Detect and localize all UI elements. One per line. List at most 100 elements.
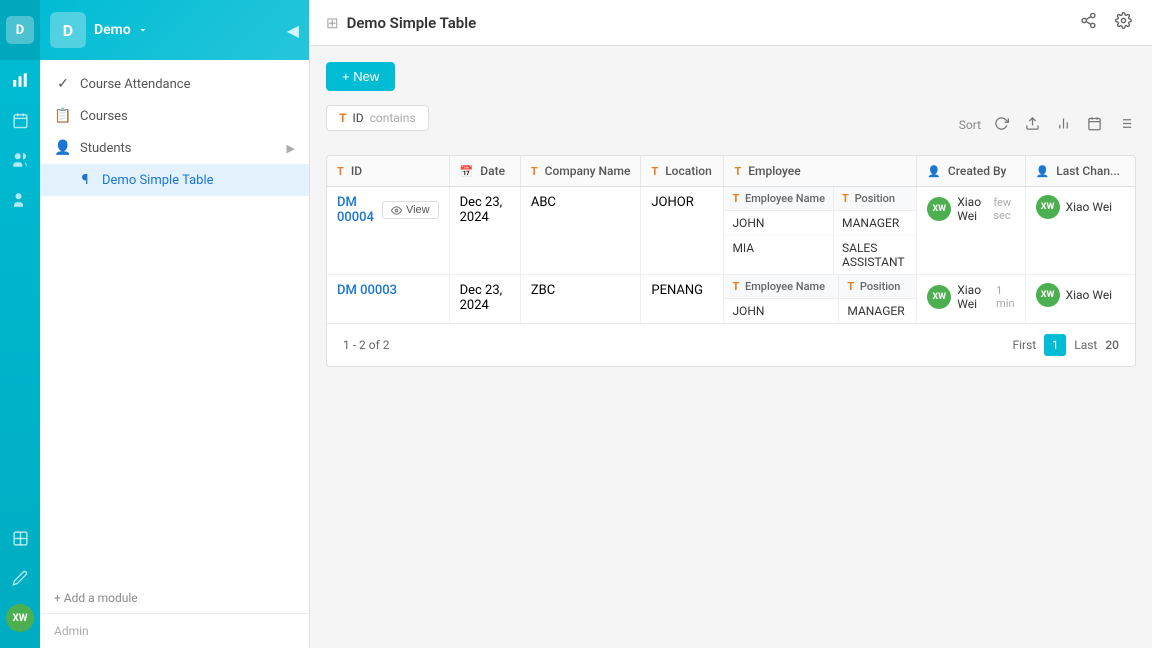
id-col-icon: T [337,165,344,178]
row1-view-button[interactable]: View [382,201,439,219]
box-icon[interactable] [0,518,40,558]
date-col-icon: 📅 [460,165,474,178]
view-btn-label: View [406,204,430,216]
new-button[interactable]: + New [326,62,395,91]
emp-pos-icon: T [842,192,849,205]
user-avatar-strip[interactable]: XW [0,598,40,638]
row1-createdby-avatar: XW [927,197,951,221]
pagination-current[interactable]: 1 [1044,334,1066,356]
row2-createdby-avatar: XW [927,285,951,309]
emp-name-col-header2: T Employee Name [724,275,838,299]
avatar-initials: XW [6,604,34,632]
emp-pos-icon2: T [847,280,854,293]
row1-createdby-name: Xiao Wei [957,195,983,223]
col-id-label: ID [351,164,362,178]
row1-employee-sub-table: T Employee Name T Position [724,187,916,274]
calendar-view-icon[interactable] [1084,113,1105,138]
chart-view-icon[interactable] [1053,113,1074,138]
students-icon: 👤 [54,140,72,156]
row1-location: JOHOR [641,187,723,218]
col-header-employee[interactable]: T Employee [724,156,917,187]
sidebar-footer: Admin [40,613,309,648]
sidebar-logo: D [50,12,86,48]
dropdown-icon [137,24,149,36]
pagination-first[interactable]: First [1013,338,1037,352]
main-content: ⊞ Demo Simple Table + New T ID contains [310,0,1152,648]
filter-chip[interactable]: T ID contains [326,105,429,131]
topbar: ⊞ Demo Simple Table [310,0,1152,46]
company-col-icon: T [531,165,538,178]
sidebar-title: Demo [94,22,287,38]
person-add-icon[interactable] [0,180,40,220]
list-view-icon[interactable] [1115,113,1136,138]
col-header-date[interactable]: 📅 Date [449,156,520,187]
sidebar-label-courses: Courses [80,109,128,124]
emp-pos-label: Position [855,192,896,205]
col-header-id[interactable]: T ID [327,156,449,187]
new-button-label: + New [342,69,379,84]
row2-id-link[interactable]: DM 00003 [337,283,397,298]
pagination-last[interactable]: Last [1074,338,1097,352]
col-date-label: Date [480,164,505,178]
row2-location: PENANG [641,275,723,306]
emp-name-label: Employee Name [745,192,825,205]
row2-company-cell: ZBC [520,275,641,324]
filter-operator-label: contains [370,111,416,125]
col-location-label: Location [665,164,712,178]
row1-createdby-cell: XW Xiao Wei few sec [917,187,1025,275]
emp-name-label2: Employee Name [745,280,825,293]
pen-icon[interactable] [0,558,40,598]
row2-id-cell: DM 00003 [327,275,449,324]
export-icon[interactable] [1022,113,1043,138]
row2-employee-cell: T Employee Name T Position [724,275,917,324]
row1-lastchange-name: Xiao Wei [1066,200,1113,214]
emp-row: MIA SALES ASSISTANT [724,236,916,275]
emp-pos-col-header2: T Position [839,275,916,299]
sidebar-collapse-button[interactable]: ◀ [287,21,299,40]
add-module-button[interactable]: + Add a module [40,583,309,613]
sidebar-item-course-attendance[interactable]: ✓ Course Attendance [40,68,309,100]
row1-createdby: XW Xiao Wei few sec [917,187,1024,231]
col-header-created-by[interactable]: 👤 Created By [917,156,1025,187]
topbar-share-icon[interactable] [1076,10,1101,35]
pagination-page-size[interactable]: 20 [1105,338,1119,352]
emp-name-icon: T [732,192,739,205]
createdby-col-icon: 👤 [927,165,941,178]
col-header-location[interactable]: T Location [641,156,724,187]
sidebar-item-demo-simple-table[interactable]: ¶ Demo Simple Table [40,164,309,196]
table-scroll[interactable]: T ID 📅 Date T Company Name [327,156,1135,323]
emp-name-col-header: T Employee Name [724,187,833,211]
row2-date: Dec 23, 2024 [450,275,520,321]
emp2-name: MIA [724,236,833,275]
emp1-pos: MANAGER [834,211,917,236]
pagination-info: 1 - 2 of 2 [343,338,389,352]
emp-row: JOHN MANAGER [724,299,916,324]
topbar-settings-icon[interactable] [1111,10,1136,35]
sidebar-item-courses[interactable]: 📋 Courses [40,100,309,132]
row2-createdby-name: Xiao Wei [957,283,986,311]
topbar-page-icon: ⊞ [326,14,339,32]
table-container: T ID 📅 Date T Company Name [326,155,1136,367]
chart-icon[interactable] [0,60,40,100]
row1-id-link[interactable]: DM 00004 [337,195,374,225]
row2-location-cell: PENANG [641,275,724,324]
emp3-pos: MANAGER [839,299,916,324]
pagination: 1 - 2 of 2 First 1 Last 20 [327,323,1135,366]
row1-lastchange: XW Xiao Wei [1026,187,1135,227]
row1-id-cell: DM 00004 View [327,187,449,275]
row2-employee-sub-table: T Employee Name T Position [724,275,916,323]
col-header-company[interactable]: T Company Name [520,156,641,187]
filter-field-label: ID [352,111,363,125]
sidebar-label-demo-simple-table: Demo Simple Table [102,173,214,188]
refresh-icon[interactable] [991,113,1012,138]
sidebar-item-students[interactable]: 👤 Students ▶ [40,132,309,164]
emp-pos-col-header: T Position [834,187,917,211]
footer-admin-label: Admin [54,624,89,638]
calendar-icon[interactable] [0,100,40,140]
users-icon[interactable] [0,140,40,180]
emp2-pos: SALES ASSISTANT [834,236,917,275]
row1-employee-cell: T Employee Name T Position [724,187,917,275]
row1-lastchange-cell: XW Xiao Wei [1025,187,1135,275]
emp-row: JOHN MANAGER [724,211,916,236]
col-header-last-change[interactable]: 👤 Last Chan... [1025,156,1135,187]
